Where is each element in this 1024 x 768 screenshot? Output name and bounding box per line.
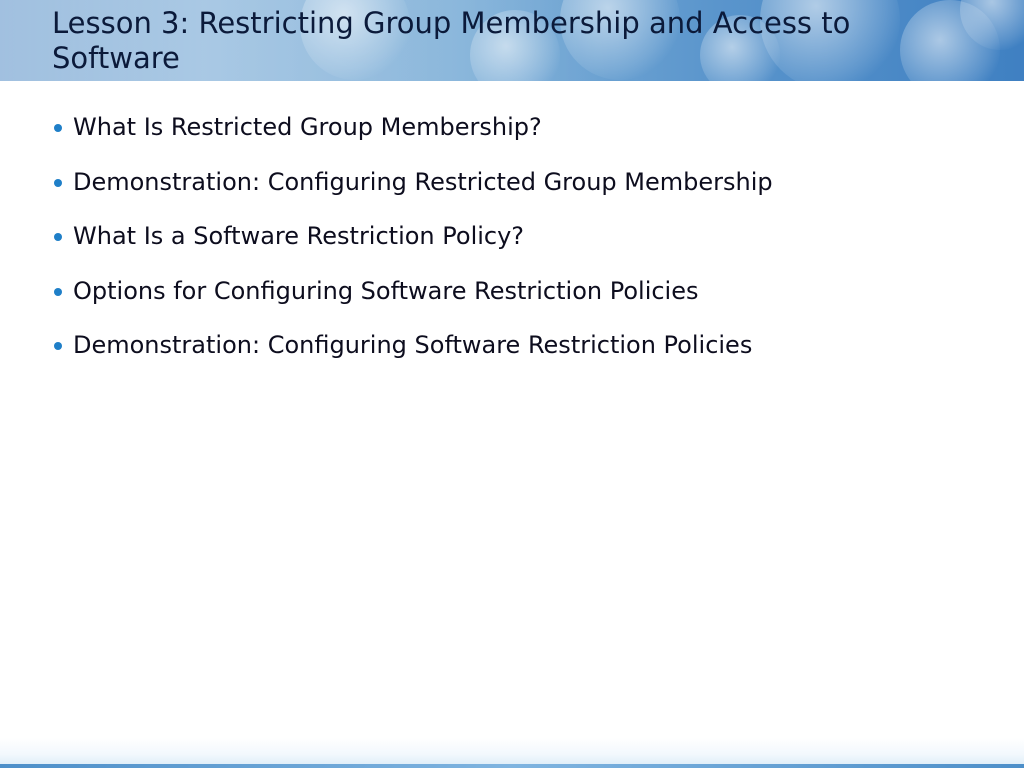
bullet-item: Options for Configuring Software Restric… [52, 272, 773, 310]
bullet-list: What Is Restricted Group Membership? Dem… [52, 108, 773, 381]
bullet-text: Demonstration: Configuring Restricted Gr… [73, 167, 773, 196]
bullet-icon [54, 124, 62, 132]
bullet-icon [54, 342, 62, 350]
bullet-item: Demonstration: Configuring Restricted Gr… [52, 163, 773, 201]
bullet-item: What Is a Software Restriction Policy? [52, 217, 773, 255]
bullet-item: What Is Restricted Group Membership? [52, 108, 773, 146]
bullet-item: Demonstration: Configuring Software Rest… [52, 326, 773, 364]
header-banner: Lesson 3: Restricting Group Membership a… [0, 0, 1024, 81]
bullet-text: Demonstration: Configuring Software Rest… [73, 331, 753, 359]
slide-title: Lesson 3: Restricting Group Membership a… [52, 6, 851, 75]
bullet-icon [54, 178, 62, 187]
bullet-text: What Is a Software Restriction Policy? [73, 222, 525, 250]
bullet-icon [54, 287, 62, 296]
slide: Lesson 3: Restricting Group Membership a… [0, 0, 1024, 768]
footer-divider [0, 764, 1024, 768]
bullet-text: Options for Configuring Software Restric… [73, 276, 699, 305]
bullet-icon [54, 233, 62, 241]
bullet-text: What Is Restricted Group Membership? [73, 113, 542, 141]
